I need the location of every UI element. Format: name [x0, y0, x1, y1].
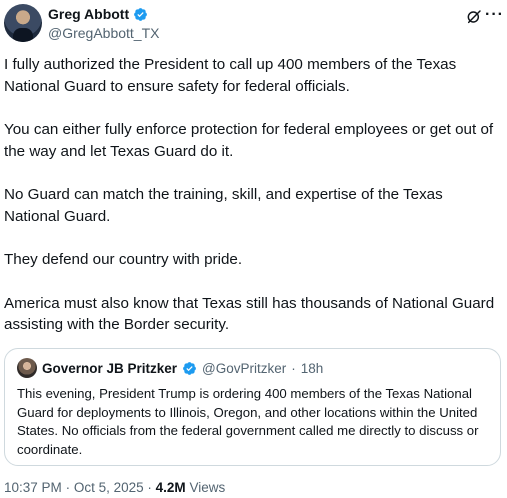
meta-separator: ·: [147, 480, 152, 495]
quoted-author-name[interactable]: Governor JB Pritzker: [42, 361, 177, 376]
quoted-separator: ·: [291, 360, 296, 376]
views-label: Views: [189, 480, 226, 495]
tweet-paragraph: You can either fully enforce protection …: [4, 121, 494, 160]
tweet-time[interactable]: 10:37 PM: [4, 480, 62, 495]
more-options-icon[interactable]: ···: [485, 6, 504, 24]
grok-icon[interactable]: [466, 9, 482, 25]
tweet-header: Greg Abbott @GregAbbott_TX ···: [4, 4, 504, 44]
quoted-tweet[interactable]: Governor JB Pritzker @GovPritzker · 18h …: [4, 348, 501, 466]
author-name-row: Greg Abbott: [48, 5, 148, 23]
author-avatar[interactable]: [4, 4, 42, 42]
verified-badge-icon: [134, 7, 148, 21]
quoted-author-avatar[interactable]: [17, 358, 37, 378]
tweet-date[interactable]: Oct 5, 2025: [74, 480, 144, 495]
tweet-paragraph: America must also know that Texas still …: [4, 294, 495, 334]
quoted-timestamp[interactable]: 18h: [301, 361, 324, 376]
tweet-paragraph: I fully authorized the President to call…: [4, 56, 457, 95]
author-handle[interactable]: @GregAbbott_TX: [48, 25, 160, 41]
quoted-tweet-header: Governor JB Pritzker @GovPritzker · 18h: [17, 358, 324, 378]
meta-separator: ·: [65, 480, 71, 495]
quoted-author-handle[interactable]: @GovPritzker: [202, 361, 286, 376]
tweet-paragraph: No Guard can match the training, skill, …: [4, 186, 443, 225]
author-display-name[interactable]: Greg Abbott: [48, 6, 129, 22]
tweet-paragraph: They defend our country with pride.: [4, 251, 243, 268]
verified-badge-icon: [183, 361, 196, 375]
tweet-text: I fully authorized the President to call…: [4, 54, 502, 358]
tweet: Greg Abbott @GregAbbott_TX ··· I fully a…: [0, 0, 507, 498]
tweet-metadata: 10:37 PM · Oct 5, 2025 · 4.2M Views: [4, 480, 225, 495]
views-count[interactable]: 4.2M: [156, 480, 186, 495]
quoted-tweet-text: This evening, President Trump is orderin…: [17, 386, 479, 457]
